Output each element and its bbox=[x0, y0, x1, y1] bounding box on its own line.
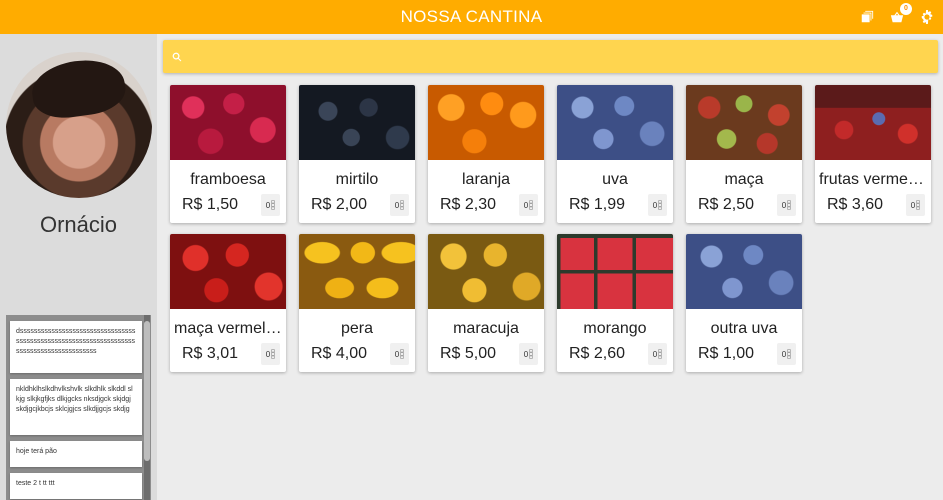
quantity-value: 0 bbox=[910, 200, 916, 210]
stepper-arrows-icon[interactable] bbox=[529, 200, 534, 210]
product-price: R$ 5,00 bbox=[440, 345, 497, 362]
quantity-stepper[interactable]: 0 bbox=[648, 194, 667, 216]
quantity-stepper[interactable]: 0 bbox=[648, 343, 667, 365]
product-card-outra-uva[interactable]: outra uva R$ 1,00 0 bbox=[686, 234, 802, 372]
product-image bbox=[557, 85, 673, 160]
quantity-value: 0 bbox=[394, 349, 400, 359]
sidebar: Ornácio dsssssssssssssssssssssssssssssss… bbox=[0, 34, 157, 500]
quantity-stepper[interactable]: 0 bbox=[906, 194, 925, 216]
user-name: Ornácio bbox=[39, 212, 118, 237]
notes-scrollbar-thumb[interactable] bbox=[144, 321, 150, 461]
quantity-value: 0 bbox=[652, 200, 658, 210]
stepper-arrows-icon[interactable] bbox=[400, 200, 405, 210]
product-card-frutas-vermelhas[interactable]: frutas vermelhas R$ 3,60 0 bbox=[815, 85, 931, 223]
quantity-stepper[interactable]: 0 bbox=[777, 194, 796, 216]
product-name: frutas vermelhas bbox=[819, 171, 927, 188]
product-image bbox=[428, 234, 544, 309]
header-actions: 0 bbox=[857, 0, 937, 34]
product-name: framboesa bbox=[190, 171, 266, 188]
product-card-maca[interactable]: maça R$ 2,50 0 bbox=[686, 85, 802, 223]
product-price: R$ 1,99 bbox=[569, 196, 626, 213]
product-name: maça bbox=[724, 171, 764, 188]
product-image bbox=[170, 234, 286, 309]
quantity-stepper[interactable]: 0 bbox=[390, 194, 409, 216]
product-price: R$ 2,50 bbox=[698, 196, 755, 213]
product-card-maracuja[interactable]: maracuja R$ 5,00 0 bbox=[428, 234, 544, 372]
quantity-value: 0 bbox=[523, 200, 529, 210]
product-price: R$ 3,01 bbox=[182, 345, 239, 362]
product-price: R$ 2,00 bbox=[311, 196, 368, 213]
product-name: mirtilo bbox=[335, 171, 379, 188]
product-card-morango[interactable]: morango R$ 2,60 0 bbox=[557, 234, 673, 372]
quantity-value: 0 bbox=[523, 349, 529, 359]
quantity-stepper[interactable]: 0 bbox=[261, 343, 280, 365]
product-price: R$ 2,30 bbox=[440, 196, 497, 213]
quantity-stepper[interactable]: 0 bbox=[261, 194, 280, 216]
product-card-framboesa[interactable]: framboesa R$ 1,50 0 bbox=[170, 85, 286, 223]
search-input[interactable] bbox=[188, 40, 938, 73]
stepper-arrows-icon[interactable] bbox=[400, 349, 405, 359]
product-price: R$ 1,50 bbox=[182, 196, 239, 213]
product-price: R$ 3,60 bbox=[827, 196, 884, 213]
product-name: morango bbox=[583, 320, 647, 337]
product-image bbox=[299, 234, 415, 309]
quantity-stepper[interactable]: 0 bbox=[777, 343, 796, 365]
search-icon bbox=[172, 52, 182, 61]
stepper-arrows-icon[interactable] bbox=[787, 349, 792, 359]
stepper-arrows-icon[interactable] bbox=[916, 200, 921, 210]
product-card-uva[interactable]: uva R$ 1,99 0 bbox=[557, 85, 673, 223]
product-image bbox=[815, 85, 931, 160]
quantity-stepper[interactable]: 0 bbox=[519, 194, 538, 216]
app-title: NOSSA CANTINA bbox=[400, 7, 543, 26]
product-name: laranja bbox=[461, 171, 511, 188]
settings-button[interactable] bbox=[917, 7, 937, 27]
settings-icon bbox=[921, 10, 933, 24]
note-item[interactable]: teste 2 t tt ttt bbox=[10, 473, 142, 499]
quantity-value: 0 bbox=[781, 349, 787, 359]
note-item[interactable]: nkldhklhslkdhvlkshvlk slkdhlk slkddl slk… bbox=[10, 379, 142, 435]
cart-count-badge: 0 bbox=[900, 3, 912, 15]
stepper-arrows-icon[interactable] bbox=[271, 349, 276, 359]
product-name: pera bbox=[340, 320, 374, 337]
product-price: R$ 2,60 bbox=[569, 345, 626, 362]
quantity-value: 0 bbox=[265, 349, 271, 359]
product-image bbox=[686, 234, 802, 309]
quantity-value: 0 bbox=[394, 200, 400, 210]
product-price: R$ 4,00 bbox=[311, 345, 368, 362]
product-image bbox=[557, 234, 673, 309]
quantity-value: 0 bbox=[652, 349, 658, 359]
quantity-stepper[interactable]: 0 bbox=[519, 343, 538, 365]
product-card-laranja[interactable]: laranja R$ 2,30 0 bbox=[428, 85, 544, 223]
product-card-mirtilo[interactable]: mirtilo R$ 2,00 0 bbox=[299, 85, 415, 223]
product-image bbox=[170, 85, 286, 160]
stepper-arrows-icon[interactable] bbox=[787, 200, 792, 210]
stepper-arrows-icon[interactable] bbox=[658, 200, 663, 210]
quantity-stepper[interactable]: 0 bbox=[390, 343, 409, 365]
product-card-pera[interactable]: pera R$ 4,00 0 bbox=[299, 234, 415, 372]
product-name: maracuja bbox=[453, 320, 519, 337]
product-image bbox=[428, 85, 544, 160]
note-item[interactable]: hoje terá pão bbox=[10, 441, 142, 467]
product-name: uva bbox=[602, 171, 628, 188]
product-image bbox=[686, 85, 802, 160]
stepper-arrows-icon[interactable] bbox=[529, 349, 534, 359]
stepper-arrows-icon[interactable] bbox=[271, 200, 276, 210]
stepper-arrows-icon[interactable] bbox=[658, 349, 663, 359]
notes-panel[interactable]: dsssssssssssssssssssssssssssssssssssssss… bbox=[6, 315, 151, 500]
search-bar bbox=[163, 40, 938, 73]
quantity-value: 0 bbox=[781, 200, 787, 210]
product-name: maça vermelha bbox=[174, 320, 282, 337]
note-item[interactable]: dsssssssssssssssssssssssssssssssssssssss… bbox=[10, 321, 142, 373]
user-avatar bbox=[6, 52, 152, 198]
product-image bbox=[299, 85, 415, 160]
product-price: R$ 1,00 bbox=[698, 345, 755, 362]
product-card-maca-vermelha[interactable]: maça vermelha R$ 3,01 0 bbox=[170, 234, 286, 372]
history-icon bbox=[861, 10, 874, 23]
history-button[interactable] bbox=[857, 7, 877, 27]
cart-button[interactable]: 0 bbox=[887, 3, 912, 27]
quantity-value: 0 bbox=[265, 200, 271, 210]
product-name: outra uva bbox=[710, 320, 778, 337]
app-header: NOSSA CANTINA 0 bbox=[0, 0, 943, 34]
